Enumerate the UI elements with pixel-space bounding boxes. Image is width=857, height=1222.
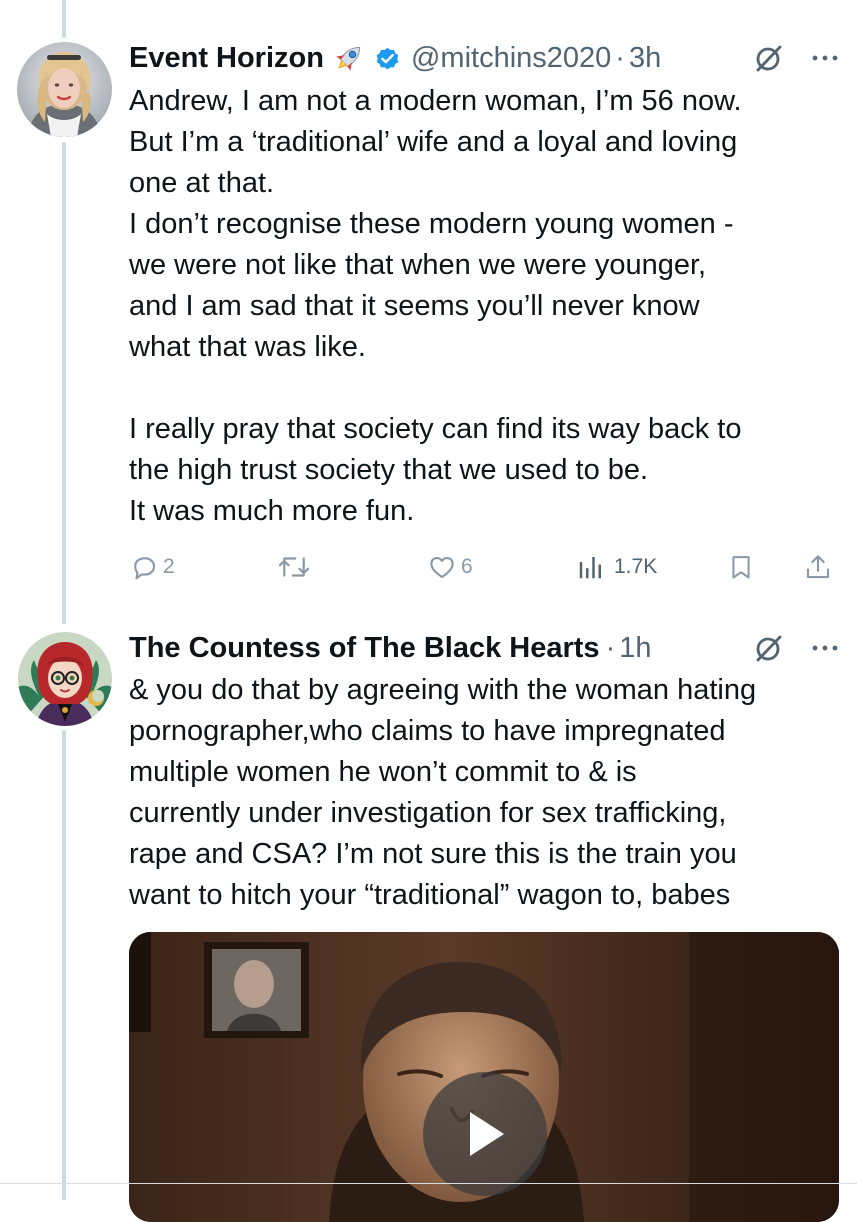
handle[interactable]: @mitchins2020 (411, 42, 611, 75)
video-thumbnail[interactable] (129, 932, 839, 1222)
separator: · (615, 41, 625, 74)
divider (0, 1183, 857, 1184)
reply-button[interactable]: 2 (129, 547, 175, 587)
tweet-actions: 2 6 1.7K (129, 547, 839, 587)
tweet-text-line: & you do that by agreeing with the woman… (129, 674, 757, 706)
more-icon[interactable] (811, 53, 839, 63)
tweet-text-line: what that was like. (129, 331, 366, 363)
tweet-header: Event Horizon @mitchins2020 · 3h (129, 38, 839, 78)
tweet-text-line: and I am sad that it seems you’ll never … (129, 290, 700, 322)
bookmark-icon (732, 556, 750, 579)
verified-badge-icon (374, 45, 401, 72)
tweet-text: & you do that by agreeing with the woman… (129, 670, 837, 916)
timestamp[interactable]: 1h (619, 632, 651, 665)
tweet-event-horizon[interactable]: Event Horizon @mitchins2020 · 3h Andrew,… (0, 0, 857, 620)
play-button[interactable] (423, 1072, 547, 1196)
reply-icon (134, 557, 156, 580)
tweet-text-line: pornographer,who claims to have impregna… (129, 715, 726, 747)
tweet-text-line: I don’t recognise these modern young wom… (129, 208, 734, 240)
tweet-text-line: currently under investigation for sex tr… (129, 797, 727, 829)
grok-icon[interactable] (753, 632, 785, 664)
tweet-text-line: Andrew, I am not a modern woman, I’m 56 … (129, 85, 742, 117)
grok-icon[interactable] (753, 42, 785, 74)
avatar[interactable] (18, 632, 112, 726)
more-icon[interactable] (811, 643, 839, 653)
rocket-emoji (332, 41, 366, 75)
display-name[interactable]: Event Horizon (129, 42, 324, 75)
play-icon (470, 1112, 504, 1156)
tweet-text-blank-line (129, 368, 837, 409)
bookmark-button[interactable] (727, 547, 755, 587)
views-count: 1.7K (614, 555, 658, 578)
tweet-text-line: rape and CSA? I’m not sure this is the t… (129, 838, 737, 870)
views-icon (579, 557, 601, 579)
reply-count: 2 (163, 555, 175, 578)
repost-icon (278, 557, 310, 577)
tweet-text-line: want to hitch your “traditional” wagon t… (129, 879, 731, 911)
tweet-text-line: we were not like that when we were young… (129, 249, 707, 281)
like-icon (430, 556, 454, 579)
separator: · (605, 631, 616, 664)
tweet-header: The Countess of The Black Hearts · 1h (129, 628, 839, 668)
like-button[interactable]: 6 (427, 547, 473, 587)
tweet-text-line: But I’m a ‘traditional’ wife and a loyal… (129, 126, 738, 158)
tweet-text-line: multiple women he won’t commit to & is (129, 756, 637, 788)
display-name[interactable]: The Countess of The Black Hearts (129, 632, 600, 665)
timestamp[interactable]: 3h (629, 42, 661, 75)
tweet-text-line: one at that. (129, 167, 275, 199)
tweet-text-line: the high trust society that we used to b… (129, 454, 649, 486)
share-icon (806, 555, 830, 579)
share-button[interactable] (803, 547, 833, 587)
tweet-text: Andrew, I am not a modern woman, I’m 56 … (129, 81, 837, 532)
repost-button[interactable] (277, 547, 315, 587)
tweet-text-line: I really pray that society can find its … (129, 413, 742, 445)
like-count: 6 (461, 555, 473, 578)
avatar[interactable] (17, 42, 112, 137)
tweet-text-line: It was much more fun. (129, 495, 415, 527)
views-button[interactable]: 1.7K (576, 547, 657, 587)
